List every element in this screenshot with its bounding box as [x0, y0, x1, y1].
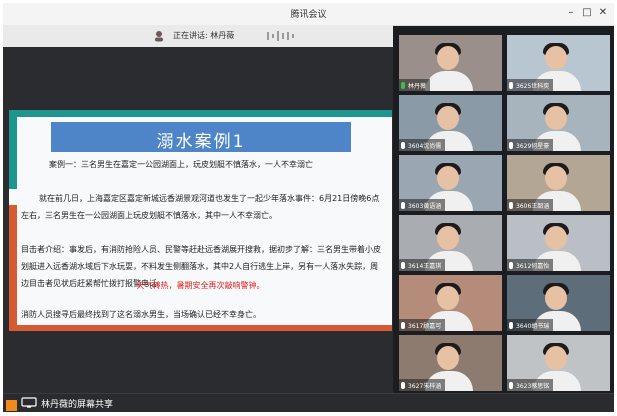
slide-paragraph-1: 案例一：三名男生在嘉定一公园湖面上，玩皮划艇不慎落水，一人不幸溺亡: [49, 160, 313, 169]
participant-tile[interactable]: 3614王嘉琪: [399, 215, 502, 271]
user-badge-icon[interactable]: [6, 400, 17, 411]
screen-share-icon: [21, 397, 37, 408]
person-head: [545, 46, 567, 70]
participant-tile[interactable]: 林丹薇: [399, 35, 502, 91]
mic-icon: [509, 201, 513, 209]
person-head: [545, 166, 567, 190]
close-button[interactable]: ✕: [595, 5, 611, 21]
participant-tile[interactable]: 3604沈尚儒: [399, 95, 502, 151]
participant-tile[interactable]: 3612何嘉怡: [507, 215, 610, 271]
meeting-window: 腾讯会议 – □ ✕ 正在讲话: 林丹薇 溺水案例1 案例一：三名男生在嘉定一公…: [3, 3, 614, 412]
volume-wave-icon: [267, 31, 294, 41]
person-head: [437, 166, 459, 190]
person-head: [437, 106, 459, 130]
slide-top-band: [9, 110, 392, 117]
slide-paragraph-4: 消防人员搜寻后最终找到了这名溺水男生，当场确认已经不幸身亡。: [21, 310, 261, 319]
participant-name: 林丹薇: [408, 82, 427, 90]
mic-icon: [401, 321, 405, 329]
mic-icon: [401, 201, 405, 209]
mic-icon: [509, 261, 513, 269]
speaking-bar: 正在讲话: 林丹薇: [3, 25, 393, 47]
participant-namebar: 3604沈尚儒: [399, 139, 446, 151]
participant-name: 3612何嘉怡: [516, 262, 550, 270]
participant-namebar: 3603黄语涵: [399, 199, 446, 211]
title-bar: 腾讯会议 – □ ✕: [3, 3, 614, 26]
participant-name: 3606王韶涵: [516, 202, 550, 210]
mic-icon: [509, 321, 513, 329]
person-head: [545, 226, 567, 250]
mic-icon: [401, 81, 405, 89]
person-head: [437, 286, 459, 310]
participant-tile[interactable]: 3627朱梓涵: [399, 335, 502, 391]
participant-namebar: 3625世科奕: [507, 79, 554, 91]
speaking-text: 正在讲话: 林丹薇: [173, 31, 235, 40]
shared-screen-area: 溺水案例1 案例一：三名男生在嘉定一公园湖面上，玩皮划艇不慎落水，一人不幸溺亡 …: [3, 47, 393, 393]
shared-slide: 溺水案例1 案例一：三名男生在嘉定一公园湖面上，玩皮划艇不慎落水，一人不幸溺亡 …: [9, 110, 392, 331]
slide-paragraph-2: 就在前几日，上海嘉定区嘉定新城远香湖景观河道也发生了一起少年落水事件：6月21日…: [21, 194, 380, 220]
participant-namebar: 3617顾嘉可: [399, 319, 446, 331]
participant-name: 3625世科奕: [516, 82, 550, 90]
participant-name: 3629何星豪: [516, 142, 550, 150]
person-head: [437, 226, 459, 250]
participant-name: 3604沈尚儒: [408, 142, 442, 150]
participant-tile[interactable]: 3623蔡思铭: [507, 335, 610, 391]
participant-tile[interactable]: 3640胡书瑞: [507, 275, 610, 331]
participant-namebar: 3640胡书瑞: [507, 319, 554, 331]
participant-name: 3627朱梓涵: [408, 382, 442, 390]
mic-icon: [509, 141, 513, 149]
person-head: [545, 346, 567, 370]
screen-share-label: 林丹薇的屏幕共享: [41, 400, 114, 410]
minimize-button[interactable]: –: [563, 5, 579, 21]
app-title: 腾讯会议: [290, 10, 327, 20]
participant-name: 3603黄语涵: [408, 202, 442, 210]
mic-icon: [401, 261, 405, 269]
mic-icon: [509, 381, 513, 389]
participant-namebar: 3606王韶涵: [507, 199, 554, 211]
participant-tile[interactable]: 3625世科奕: [507, 35, 610, 91]
participant-name: 3640胡书瑞: [516, 322, 550, 330]
person-head: [545, 106, 567, 130]
participant-tile[interactable]: 3606王韶涵: [507, 155, 610, 211]
bottom-bar: 林丹薇的屏幕共享: [3, 393, 614, 412]
participant-namebar: 3623蔡思铭: [507, 379, 554, 391]
slide-bottom-band: [9, 325, 392, 331]
maximize-button[interactable]: □: [579, 5, 595, 21]
participant-tile[interactable]: 3617顾嘉可: [399, 275, 502, 331]
mic-icon: [401, 141, 405, 149]
slide-alert-text: 天气转热，暑期安全再次敲响警钟。: [136, 281, 265, 290]
participant-namebar: 3612何嘉怡: [507, 259, 554, 271]
participant-namebar: 3614王嘉琪: [399, 259, 446, 271]
participant-tile[interactable]: 3629何星豪: [507, 95, 610, 151]
participant-name: 3617顾嘉可: [408, 322, 442, 330]
person-head: [437, 46, 459, 70]
participant-namebar: 林丹薇: [399, 79, 431, 91]
slide-left-band-red: [9, 205, 17, 325]
person-head: [545, 286, 567, 310]
person-head: [437, 346, 459, 370]
mic-icon: [401, 381, 405, 389]
slide-left-band-teal: [9, 117, 17, 189]
slide-title: 溺水案例1: [156, 132, 246, 152]
participant-namebar: 3629何星豪: [507, 139, 554, 151]
participant-name: 3614王嘉琪: [408, 262, 442, 270]
participant-namebar: 3627朱梓涵: [399, 379, 446, 391]
participant-name: 3623蔡思铭: [516, 382, 550, 390]
participant-gallery: 林丹薇 3625世科奕 3604沈尚儒 3629何星豪 3603黄语涵 3606…: [395, 31, 614, 393]
slide-title-box: 溺水案例1: [51, 122, 351, 152]
participant-tile[interactable]: 3603黄语涵: [399, 155, 502, 211]
speaker-avatar-icon: [155, 31, 163, 42]
mic-icon: [509, 81, 513, 89]
